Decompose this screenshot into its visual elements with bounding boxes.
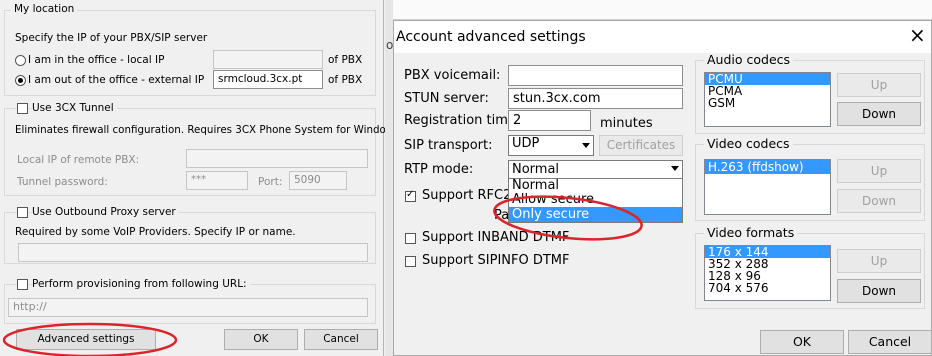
rtp-mode-label: RTP mode:	[404, 162, 474, 177]
pbx-ip-prompt: Specify the IP of your PBX/SIP server	[15, 32, 208, 44]
use-tunnel-label: Use 3CX Tunnel	[32, 102, 117, 115]
rtp-mode-dropdown: Normal Allow secure Only secure	[508, 178, 683, 223]
rtp-option-only-secure[interactable]: Only secure	[509, 207, 682, 222]
video-formats-legend: Video formats	[704, 226, 798, 240]
stun-server-field[interactable]: stun.3cx.com	[508, 88, 683, 109]
provisioning-url-field[interactable]: http://	[8, 298, 368, 317]
proxy-field[interactable]	[18, 243, 368, 262]
sipinfo-dtmf-checkbox[interactable]	[405, 256, 416, 267]
video-codec-up-button[interactable]: Up	[837, 159, 921, 183]
local-ip-radio[interactable]	[15, 55, 26, 66]
dialog-cancel-button[interactable]: Cancel	[848, 330, 932, 354]
local-ip-remote-field[interactable]	[186, 149, 368, 168]
video-formats-list[interactable]: 176 x 144 352 x 288 128 x 96 704 x 576	[704, 245, 831, 301]
video-format-up-button[interactable]: Up	[837, 249, 921, 273]
use-proxy-label: Use Outbound Proxy server	[32, 206, 179, 219]
registration-unit: minutes	[600, 116, 653, 131]
use-tunnel-checkbox[interactable]	[17, 103, 28, 114]
ok-button[interactable]: OK	[224, 329, 298, 350]
video-codecs-list[interactable]: H.263 (ffdshow)	[704, 159, 831, 215]
rtp-option-allow-secure[interactable]: Allow secure	[509, 193, 682, 207]
hidden-option-partial: Pa	[494, 208, 510, 223]
local-ip-suffix: of PBX	[328, 54, 363, 66]
account-settings-panel: My location Specify the IP of your PBX/S…	[0, 0, 400, 356]
external-ip-field[interactable]: srmcloud.3cx.pt	[213, 70, 323, 89]
external-ip-radio[interactable]	[15, 75, 26, 86]
audio-codec-gsm[interactable]: GSM	[705, 97, 830, 109]
chevron-down-icon	[582, 143, 590, 148]
external-ip-suffix: of PBX	[328, 74, 363, 86]
local-ip-remote-label: Local IP of remote PBX:	[17, 154, 140, 166]
port-field[interactable]: 5090	[289, 171, 347, 190]
rtp-option-normal[interactable]: Normal	[509, 179, 682, 193]
certificates-button[interactable]: Certificates	[599, 135, 683, 156]
chevron-down-icon	[671, 166, 679, 171]
dialog-ok-button[interactable]: OK	[760, 330, 844, 354]
provisioning-label: Perform provisioning from following URL:	[32, 278, 250, 291]
cancel-button[interactable]: Cancel	[304, 329, 378, 350]
sip-transport-value: UDP	[512, 136, 540, 151]
rtp-mode-select[interactable]: Normal	[508, 160, 683, 179]
use-proxy-checkbox[interactable]	[17, 207, 28, 218]
registration-time-label: Registration time:	[404, 113, 521, 128]
inband-dtmf-label: Support INBAND DTMF	[422, 230, 570, 245]
audio-up-button[interactable]: Up	[837, 73, 921, 97]
external-ip-label: I am out of the office - external IP	[28, 74, 205, 86]
pbx-voicemail-label: PBX voicemail:	[404, 68, 501, 83]
my-location-legend: My location	[11, 3, 78, 16]
inband-dtmf-checkbox[interactable]	[405, 233, 416, 244]
rtp-mode-value: Normal	[512, 162, 560, 177]
tunnel-description: Eliminates firewall configuration. Requi…	[15, 124, 400, 136]
audio-codecs-list[interactable]: PCMU PCMA GSM	[704, 72, 831, 127]
tunnel-password-field[interactable]: ***	[186, 171, 248, 190]
provisioning-checkbox[interactable]	[17, 279, 28, 290]
advanced-settings-button[interactable]: Advanced settings	[16, 329, 156, 350]
audio-codecs-legend: Audio codecs	[704, 53, 794, 67]
dialog-title: Account advanced settings	[396, 29, 586, 45]
sip-transport-label: SIP transport:	[404, 138, 493, 153]
background-window-strip	[385, 0, 393, 356]
local-ip-field[interactable]	[213, 50, 323, 69]
rfc2833-checkbox[interactable]	[405, 189, 416, 202]
registration-time-field[interactable]: 2	[508, 110, 591, 131]
video-format-704x576[interactable]: 704 x 576	[705, 282, 830, 294]
video-format-down-button[interactable]: Down	[837, 279, 921, 303]
audio-down-button[interactable]: Down	[837, 102, 921, 126]
video-codec-h263[interactable]: H.263 (ffdshow)	[705, 160, 830, 174]
stun-server-label: STUN server:	[404, 91, 489, 106]
sip-transport-select[interactable]: UDP	[508, 135, 594, 156]
pbx-voicemail-field[interactable]	[508, 65, 683, 86]
proxy-description: Required by some VoIP Providers. Specify…	[15, 226, 296, 238]
video-codecs-legend: Video codecs	[704, 137, 793, 151]
video-codec-down-button[interactable]: Down	[837, 189, 921, 213]
port-label: Port:	[258, 176, 283, 188]
close-icon[interactable]: ×	[909, 23, 926, 47]
tunnel-password-label: Tunnel password:	[17, 176, 108, 188]
background-window-top	[393, 0, 932, 20]
local-ip-label: I am in the office - local IP	[28, 54, 165, 66]
sipinfo-dtmf-label: Support SIPINFO DTMF	[422, 253, 570, 268]
